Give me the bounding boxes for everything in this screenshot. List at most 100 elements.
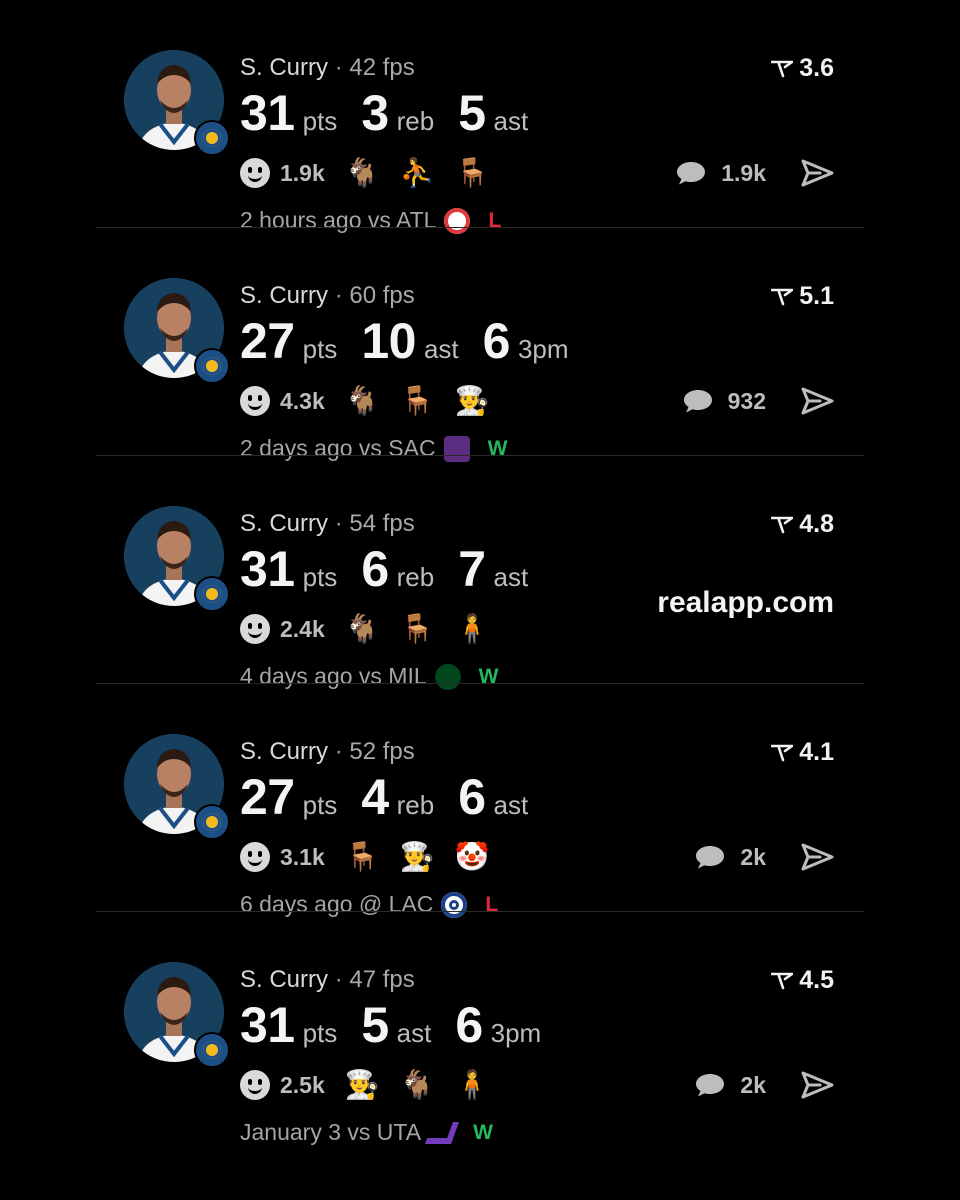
emoji-reaction[interactable]: 🪑 [345,843,380,871]
jazz-logo-icon [425,1121,460,1144]
stat-ast: 10 ast [361,312,458,370]
separator-dot: · [334,54,350,81]
stat-value: 27 [240,313,295,369]
post-card-1[interactable]: S. Curry · 42 fps 3.6 31 pts 3 reb 5 ast 1.9k… [96,0,864,234]
smile-reaction-icon[interactable] [240,158,270,188]
stat-pts: 31 pts [240,540,337,598]
player-name[interactable]: S. Curry [240,966,328,993]
reactions-row: 1.9k 🐐 ⛹️ 🪑 [240,158,489,188]
emoji-reaction[interactable]: 🐐 [345,387,380,415]
stat-pts: 27 pts [240,768,337,826]
emoji-reaction[interactable]: 👨‍🍳 [400,843,435,871]
share-send-icon[interactable] [800,842,834,872]
rating-icon [771,288,794,305]
promo-link[interactable]: realapp.com [657,586,834,620]
stat-3pm: 6 3pm [455,996,541,1054]
smile-reaction-icon[interactable] [240,1070,270,1100]
reaction-count: 1.9k [280,159,325,186]
stat-value: 4 [361,769,389,825]
stat-value: 6 [455,997,483,1053]
reaction-count: 2.5k [280,1071,325,1098]
stat-label: reb [396,562,435,592]
stat-label: ast [493,106,529,136]
stat-label: reb [396,106,435,136]
share-send-icon[interactable] [800,386,834,416]
fps-value: 60 fps [349,282,415,309]
emoji-reaction[interactable]: 🤡 [455,843,490,871]
stat-value: 5 [458,85,486,141]
emoji-reaction[interactable]: 🐐 [345,159,380,187]
reactions-row: 2.4k 🐐 🪑 🧍 [240,614,489,644]
comment-count: 932 [727,387,766,414]
player-name[interactable]: S. Curry [240,738,328,765]
emoji-reaction[interactable]: 🐐 [345,615,380,643]
reactions-row: 3.1k 🪑 👨‍🍳 🤡 [240,842,489,872]
share-send-icon[interactable] [800,1070,834,1100]
stat-value: 7 [458,541,486,597]
stat-value: 31 [240,85,295,141]
game-result: W [473,1120,493,1144]
stat-label: 3pm [490,1018,542,1048]
reactions-row: 4.3k 🐐 🪑 👨‍🍳 [240,386,489,416]
rating-value: 4.1 [799,738,834,766]
comment-icon[interactable] [694,1072,726,1098]
stat-value: 27 [240,769,295,825]
player-name[interactable]: S. Curry [240,54,328,81]
post-card-2[interactable]: S. Curry · 60 fps 5.1 27 pts 10 ast 6 3pm 4.3… [96,227,864,462]
stat-value: 31 [240,997,295,1053]
stat-line: 27 pts 4 reb 6 ast [240,768,552,826]
emoji-reaction[interactable]: 🐐 [400,1071,435,1099]
post-actions: 1.9k [675,158,834,188]
stat-value: 3 [361,85,389,141]
post-card-3[interactable]: S. Curry · 54 fps 4.8 31 pts 6 reb 7 ast 2.4k… [96,455,864,690]
post-card-5[interactable]: S. Curry · 47 fps 4.5 31 pts 5 ast 6 3pm 2.5k… [96,911,864,1145]
fps-value: 42 fps [349,54,415,81]
stat-ast: 7 ast [458,540,528,598]
post-card-4[interactable]: S. Curry · 52 fps 4.1 27 pts 4 reb 6 ast 3.1k… [96,683,864,918]
comment-icon[interactable] [675,160,707,186]
stat-3pm: 6 3pm [483,312,569,370]
rating-icon [771,60,794,77]
stat-line: 27 pts 10 ast 6 3pm [240,312,593,370]
post-actions: 2k [694,842,834,872]
stat-pts: 31 pts [240,84,337,142]
comment-icon[interactable] [694,844,726,870]
rating-value: 5.1 [799,282,834,310]
smile-reaction-icon[interactable] [240,386,270,416]
emoji-reaction[interactable]: ⛹️ [400,159,435,187]
comment-count: 2k [740,1071,766,1098]
stat-ast: 6 ast [458,768,528,826]
smile-reaction-icon[interactable] [240,842,270,872]
emoji-reaction[interactable]: 🧍 [455,615,490,643]
separator-dot: · [334,966,350,993]
emoji-reaction[interactable]: 👨‍🍳 [455,387,490,415]
rating-value: 4.8 [799,510,834,538]
player-name[interactable]: S. Curry [240,282,328,309]
stat-label: reb [396,790,435,820]
stat-label: ast [493,562,529,592]
rating-icon [771,972,794,989]
stat-pts: 27 pts [240,312,337,370]
team-badge-icon [194,120,230,156]
reaction-count: 2.4k [280,615,325,642]
rating: 4.1 [771,738,834,767]
emoji-reaction[interactable]: 👨‍🍳 [345,1071,380,1099]
stat-ast: 5 ast [458,84,528,142]
emoji-reaction[interactable]: 🪑 [455,159,490,187]
post-header: S. Curry · 42 fps [240,54,415,82]
player-name[interactable]: S. Curry [240,510,328,537]
reactions-row: 2.5k 👨‍🍳 🐐 🧍 [240,1070,489,1100]
comment-count: 2k [740,843,766,870]
stat-label: pts [302,1018,338,1048]
emoji-reaction[interactable]: 🪑 [400,615,435,643]
stat-value: 10 [361,313,416,369]
post-feed: S. Curry · 42 fps 3.6 31 pts 3 reb 5 ast 1.9k… [96,0,864,1145]
smile-reaction-icon[interactable] [240,614,270,644]
emoji-reaction[interactable]: 🪑 [400,387,435,415]
stat-label: pts [302,334,338,364]
comment-icon[interactable] [682,388,714,414]
stat-line: 31 pts 3 reb 5 ast [240,84,552,142]
fps-value: 47 fps [349,966,415,993]
emoji-reaction[interactable]: 🧍 [455,1071,490,1099]
share-send-icon[interactable] [800,158,834,188]
